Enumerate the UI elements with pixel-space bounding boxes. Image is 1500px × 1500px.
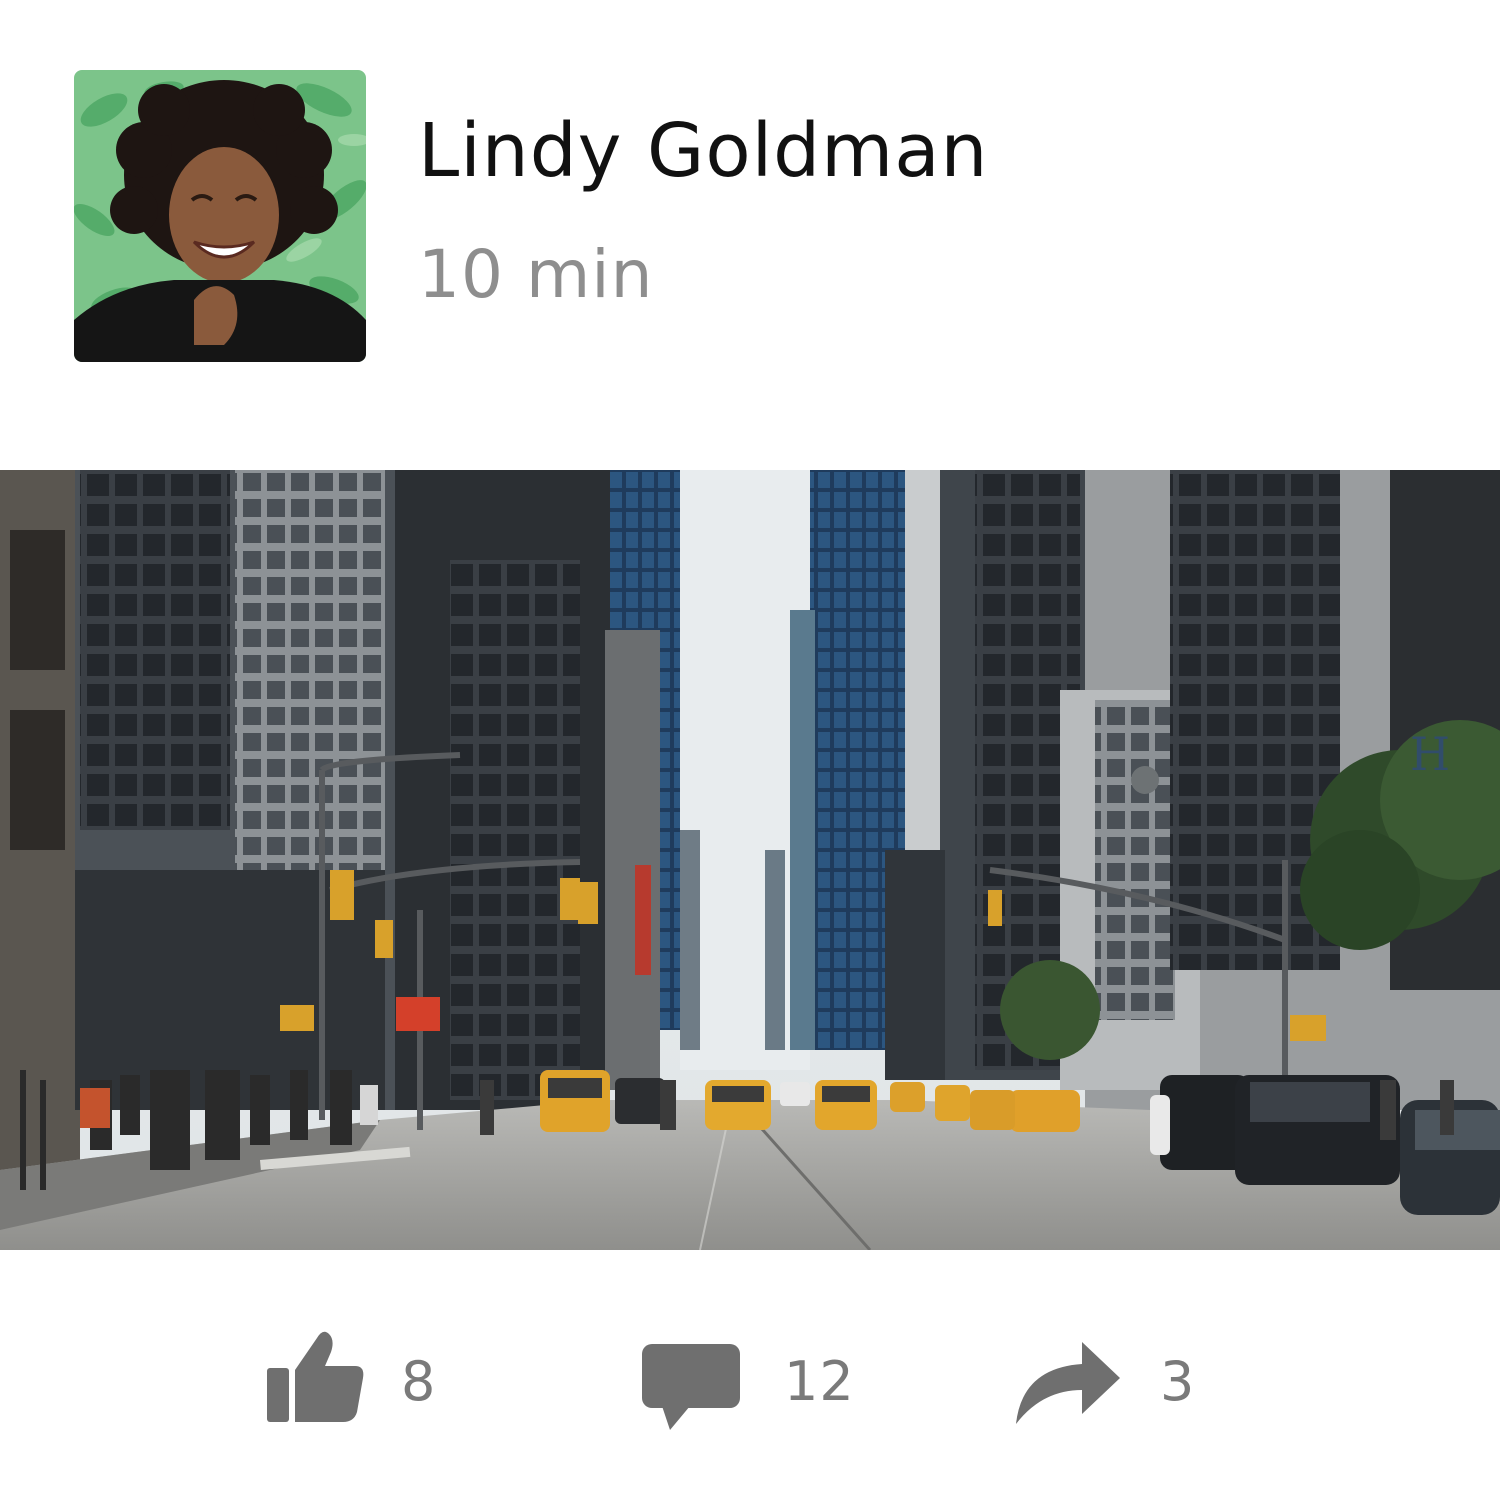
avatar-image bbox=[74, 70, 366, 362]
like-count: 8 bbox=[401, 1350, 437, 1413]
share-count: 3 bbox=[1160, 1350, 1196, 1413]
post-timestamp: 10 min bbox=[418, 236, 654, 313]
post-photo[interactable]: H bbox=[0, 470, 1500, 1250]
city-street-image: H bbox=[0, 470, 1500, 1250]
comment-count: 12 bbox=[784, 1350, 855, 1413]
avatar[interactable] bbox=[74, 70, 366, 362]
thumbs-up-icon bbox=[265, 1328, 367, 1428]
post-actions: 8 12 3 bbox=[0, 1300, 1500, 1450]
svg-text:H: H bbox=[1410, 727, 1450, 781]
comment-icon bbox=[640, 1328, 742, 1436]
like-button[interactable]: 8 bbox=[265, 1300, 465, 1450]
comment-button[interactable]: 12 bbox=[640, 1300, 870, 1450]
author-name[interactable]: Lindy Goldman bbox=[418, 108, 988, 194]
post-header: Lindy Goldman 10 min bbox=[0, 0, 1500, 430]
share-button[interactable]: 3 bbox=[1012, 1300, 1212, 1450]
share-arrow-icon bbox=[1012, 1328, 1122, 1432]
